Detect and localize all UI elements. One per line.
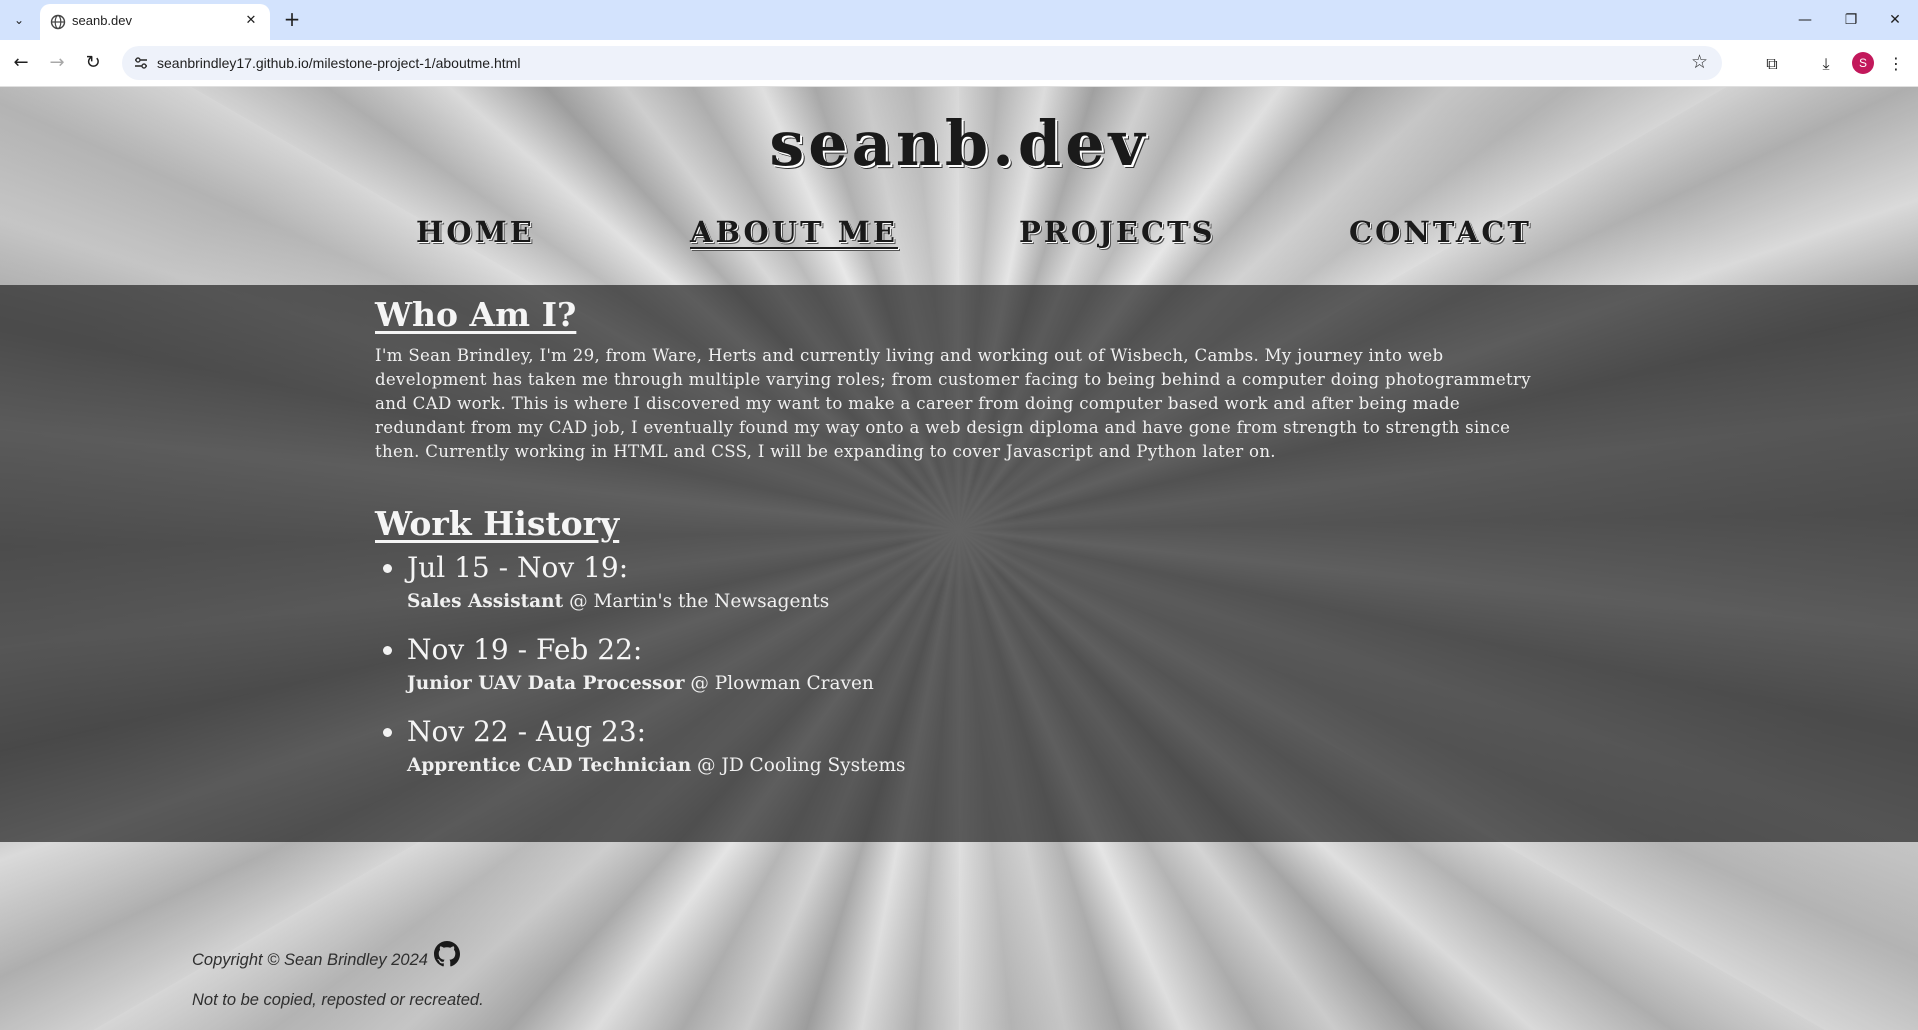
job-employer: @ Martin's the Newsagents xyxy=(569,591,830,612)
nav-home[interactable]: HOME xyxy=(416,215,535,249)
list-item: Jul 15 - Nov 19: Sales Assistant @ Marti… xyxy=(407,549,1545,617)
minimize-button[interactable]: — xyxy=(1790,8,1820,32)
list-item: Nov 19 - Feb 22: Junior UAV Data Process… xyxy=(407,631,1545,699)
profile-avatar[interactable]: S xyxy=(1852,52,1874,74)
job-employer: @ Plowman Craven xyxy=(690,673,874,694)
reload-button[interactable]: ↻ xyxy=(80,50,106,76)
job-period: Nov 22 - Aug 23: xyxy=(407,715,647,748)
new-tab-button[interactable]: + xyxy=(280,8,304,32)
downloads-icon[interactable]: ⤓ xyxy=(1814,52,1838,76)
job-employer: @ JD Cooling Systems xyxy=(697,755,906,776)
list-item: Nov 22 - Aug 23: Apprentice CAD Technici… xyxy=(407,713,1545,781)
back-button[interactable]: ← xyxy=(8,50,34,76)
job-details: Apprentice CAD Technician @ JD Cooling S… xyxy=(407,751,1545,781)
bookmark-star-icon[interactable]: ☆ xyxy=(1691,51,1708,73)
github-icon[interactable] xyxy=(434,941,460,967)
job-details: Junior UAV Data Processor @ Plowman Crav… xyxy=(407,669,1545,699)
work-history-list: Jul 15 - Nov 19: Sales Assistant @ Marti… xyxy=(375,549,1545,781)
copyright-text: Copyright © Sean Brindley 2024 xyxy=(192,951,428,969)
nav-about-me[interactable]: ABOUT ME xyxy=(690,215,898,249)
job-role: Junior UAV Data Processor xyxy=(407,673,685,694)
nav-projects[interactable]: PROJECTS xyxy=(1019,215,1216,249)
job-period: Jul 15 - Nov 19: xyxy=(407,551,629,584)
page-viewport: seanb.dev HOME ABOUT ME PROJECTS CONTACT… xyxy=(0,87,1918,1030)
work-history-heading: Work History xyxy=(375,504,620,543)
browser-toolbar: ← → ↻ seanbrindley17.github.io/milestone… xyxy=(0,40,1918,87)
site-title[interactable]: seanb.dev xyxy=(0,107,1918,180)
nav-contact[interactable]: CONTACT xyxy=(1349,215,1532,249)
close-tab-icon[interactable]: ✕ xyxy=(242,12,260,30)
about-paragraph: I'm Sean Brindley, I'm 29, from Ware, He… xyxy=(375,346,1531,461)
footer-note: Not to be copied, reposted or recreated. xyxy=(192,991,484,1009)
content-section: Who Am I? I'm Sean Brindley, I'm 29, fro… xyxy=(0,285,1918,842)
tab-title: seanb.dev xyxy=(72,13,132,28)
job-role: Sales Assistant xyxy=(407,591,564,612)
main-nav: HOME ABOUT ME PROJECTS CONTACT xyxy=(0,215,1918,255)
who-am-i-heading: Who Am I? xyxy=(375,295,577,334)
extensions-icon[interactable]: ⧉ xyxy=(1760,52,1784,76)
tab-search-button[interactable]: ⌄ xyxy=(8,10,30,30)
job-role: Apprentice CAD Technician xyxy=(407,755,692,776)
url-text: seanbrindley17.github.io/milestone-proje… xyxy=(157,55,521,71)
site-info-icon[interactable] xyxy=(132,54,150,72)
job-details: Sales Assistant @ Martin's the Newsagent… xyxy=(407,587,1545,617)
globe-icon xyxy=(50,14,66,30)
job-period: Nov 19 - Feb 22: xyxy=(407,633,643,666)
about-content: Who Am I? I'm Sean Brindley, I'm 29, fro… xyxy=(375,295,1545,795)
browser-tab[interactable]: seanb.dev ✕ xyxy=(40,4,270,40)
forward-button[interactable]: → xyxy=(44,50,70,76)
browser-tab-bar: ⌄ seanb.dev ✕ + — ❐ ✕ xyxy=(0,0,1918,40)
menu-kebab-icon[interactable]: ⋮ xyxy=(1884,52,1908,76)
close-window-button[interactable]: ✕ xyxy=(1880,8,1910,32)
address-bar[interactable]: seanbrindley17.github.io/milestone-proje… xyxy=(122,46,1722,80)
restore-button[interactable]: ❐ xyxy=(1836,8,1866,32)
